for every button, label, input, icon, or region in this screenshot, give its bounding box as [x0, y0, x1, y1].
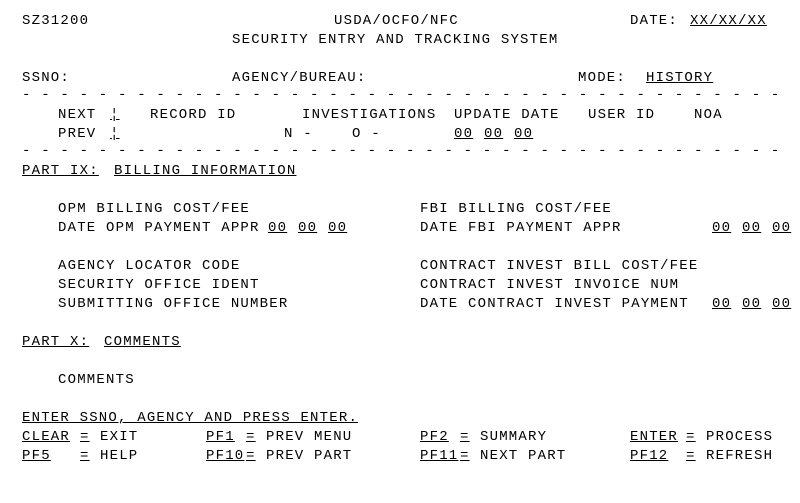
part9-title: BILLING INFORMATION — [114, 162, 296, 181]
screen-id: SZ31200 — [22, 12, 89, 31]
upd-dd[interactable]: 00 — [484, 125, 503, 144]
prev-value[interactable]: ¦ — [110, 125, 120, 144]
opm-yy[interactable]: 00 — [328, 219, 347, 238]
sec-office-label: SECURITY OFFICE IDENT — [58, 276, 260, 295]
pf2-desc: SUMMARY — [480, 428, 547, 447]
eq: = — [460, 447, 470, 466]
contract-inv-label: CONTRACT INVEST INVOICE NUM — [420, 276, 679, 295]
fbi-date-label: DATE FBI PAYMENT APPR — [420, 219, 622, 238]
pf11-desc: NEXT PART — [480, 447, 566, 466]
eq: = — [460, 428, 470, 447]
part-ix: IX: — [70, 163, 99, 179]
ci-yy[interactable]: 00 — [772, 295, 791, 314]
inv-o: O - — [352, 125, 381, 144]
date-value: XX/XX/XX — [690, 12, 767, 31]
submit-office-label: SUBMITTING OFFICE NUMBER — [58, 295, 288, 314]
opm-mm[interactable]: 00 — [268, 219, 287, 238]
date-label: DATE: — [630, 12, 678, 31]
record-id-label: RECORD ID — [150, 106, 236, 125]
eq: = — [80, 447, 90, 466]
org-title: USDA/OCFO/NFC — [334, 12, 459, 31]
pf5-key[interactable]: PF5 — [22, 447, 51, 466]
enter-desc: PROCESS — [706, 428, 773, 447]
pf10-desc: PREV PART — [266, 447, 352, 466]
opm-dd[interactable]: 00 — [298, 219, 317, 238]
mode-value: HISTORY — [646, 69, 713, 88]
part-label: PART — [22, 163, 70, 179]
footer-instruction: ENTER SSNO, AGENCY AND PRESS ENTER. — [22, 409, 358, 428]
upd-yy[interactable]: 00 — [514, 125, 533, 144]
ci-dd[interactable]: 00 — [742, 295, 761, 314]
part-label: PART — [22, 334, 70, 350]
agency-loc-label: AGENCY LOCATOR CODE — [58, 257, 240, 276]
clear-desc: EXIT — [100, 428, 138, 447]
opm-date-label: DATE OPM PAYMENT APPR — [58, 219, 260, 238]
user-id-label: USER ID — [588, 106, 655, 125]
upd-mm[interactable]: 00 — [454, 125, 473, 144]
pf10-key[interactable]: PF10 — [206, 447, 244, 466]
eq: = — [246, 447, 256, 466]
contract-fee-label: CONTRACT INVEST BILL COST/FEE — [420, 257, 698, 276]
next-value[interactable]: ¦ — [110, 106, 120, 125]
fbi-yy[interactable]: 00 — [772, 219, 791, 238]
system-title: SECURITY ENTRY AND TRACKING SYSTEM — [232, 31, 558, 50]
ssno-label: SSNO: — [22, 69, 70, 88]
pf12-desc: REFRESH — [706, 447, 773, 466]
pf1-desc: PREV MENU — [266, 428, 352, 447]
eq: = — [686, 428, 696, 447]
eq: = — [246, 428, 256, 447]
fbi-mm[interactable]: 00 — [712, 219, 731, 238]
investigations-label: INVESTIGATIONS — [302, 106, 436, 125]
pf2-key[interactable]: PF2 — [420, 428, 449, 447]
part10-title: COMMENTS — [104, 333, 181, 352]
eq: = — [80, 428, 90, 447]
part10-header: PART X: — [22, 333, 89, 352]
update-date-label: UPDATE DATE — [454, 106, 560, 125]
prev-label: PREV — [58, 125, 96, 144]
part9-header: PART IX: — [22, 162, 99, 181]
next-label: NEXT — [58, 106, 96, 125]
ci-mm[interactable]: 00 — [712, 295, 731, 314]
divider — [22, 90, 782, 102]
eq: = — [686, 447, 696, 466]
part-x: X: — [70, 334, 89, 350]
mode-label: MODE: — [578, 69, 626, 88]
agency-label: AGENCY/BUREAU: — [232, 69, 366, 88]
fbi-dd[interactable]: 00 — [742, 219, 761, 238]
comments-label: COMMENTS — [58, 371, 135, 390]
enter-key[interactable]: ENTER — [630, 428, 678, 447]
pf11-key[interactable]: PF11 — [420, 447, 458, 466]
pf12-key[interactable]: PF12 — [630, 447, 668, 466]
inv-n: N - — [284, 125, 313, 144]
pf1-key[interactable]: PF1 — [206, 428, 235, 447]
pf5-desc: HELP — [100, 447, 138, 466]
contract-date-label: DATE CONTRACT INVEST PAYMENT — [420, 295, 689, 314]
clear-key[interactable]: CLEAR — [22, 428, 70, 447]
divider — [22, 146, 782, 158]
opm-fee-label: OPM BILLING COST/FEE — [58, 200, 250, 219]
noa-label: NOA — [694, 106, 723, 125]
terminal-screen: SZ31200 USDA/OCFO/NFC DATE: XX/XX/XX SEC… — [0, 0, 800, 503]
fbi-fee-label: FBI BILLING COST/FEE — [420, 200, 612, 219]
